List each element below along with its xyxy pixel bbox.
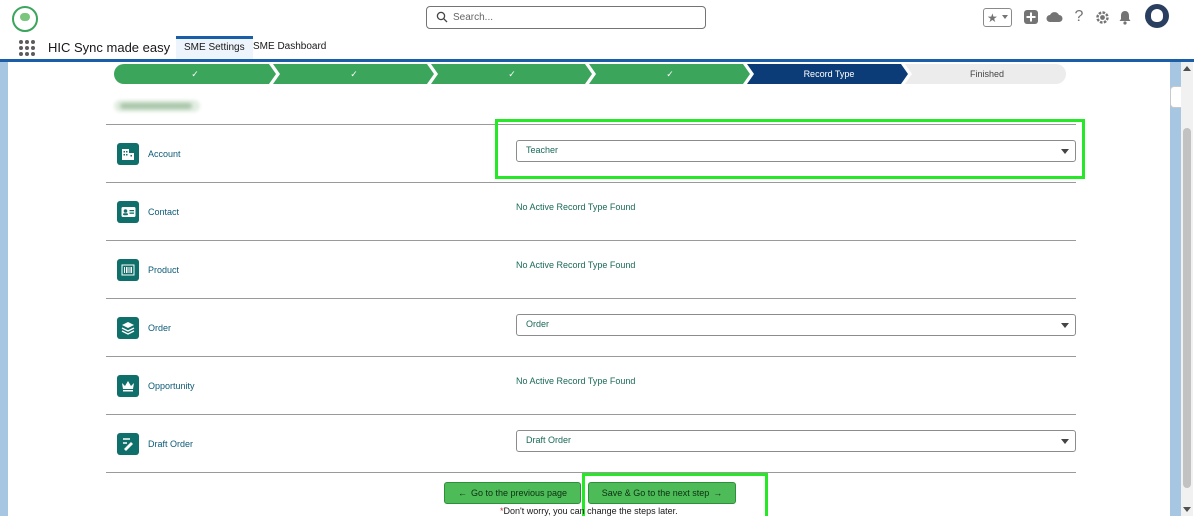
cloud-icon[interactable] bbox=[1043, 6, 1065, 28]
scroll-down-arrow-icon[interactable] bbox=[1183, 507, 1191, 512]
previous-button-label: Go to the previous page bbox=[470, 488, 568, 498]
user-avatar[interactable] bbox=[1145, 4, 1169, 28]
main-content: ✓ ✓ ✓ ✓ Record Type Finished Account Tea… bbox=[8, 62, 1170, 516]
check-icon: ✓ bbox=[666, 68, 674, 79]
no-record-type-text: No Active Record Type Found bbox=[516, 202, 636, 212]
barcode-icon bbox=[117, 259, 139, 281]
previous-page-button[interactable]: ← Go to the previous page bbox=[444, 482, 581, 504]
highlight-box bbox=[495, 119, 1085, 179]
search-icon bbox=[436, 11, 448, 23]
chevron-down-icon bbox=[1061, 439, 1069, 444]
row-label-draft-order: Draft Order bbox=[148, 439, 194, 449]
path-step-label: Finished bbox=[969, 69, 1005, 79]
favorites-star-icon[interactable]: ★ bbox=[983, 8, 1012, 27]
row-label-contact: Contact bbox=[148, 207, 180, 217]
app-nav-bar: HIC Sync made easy SME Settings SME Dash… bbox=[0, 36, 1194, 62]
app-name: HIC Sync made easy bbox=[48, 40, 171, 55]
page-background bbox=[1170, 62, 1181, 516]
tab-sme-settings[interactable]: SME Settings bbox=[176, 36, 253, 59]
blurred-org-name bbox=[114, 100, 200, 112]
draft-order-icon bbox=[117, 433, 139, 455]
global-header: ★ ? bbox=[0, 0, 1194, 36]
row-divider bbox=[106, 298, 1076, 299]
row-divider bbox=[106, 414, 1076, 415]
layers-icon bbox=[117, 317, 139, 339]
row-divider bbox=[106, 240, 1076, 241]
check-icon: ✓ bbox=[508, 68, 516, 79]
row-label-account: Account bbox=[148, 149, 181, 159]
global-search[interactable] bbox=[426, 6, 706, 29]
check-icon: ✓ bbox=[350, 68, 358, 79]
path-step-label: Record Type bbox=[803, 69, 855, 79]
row-divider bbox=[106, 182, 1076, 183]
select-value: Draft Order bbox=[526, 435, 572, 445]
scrollbar[interactable] bbox=[1181, 62, 1193, 516]
row-divider bbox=[106, 356, 1076, 357]
chevron-down-icon bbox=[1061, 323, 1069, 328]
crown-icon bbox=[117, 375, 139, 397]
scroll-up-arrow-icon[interactable] bbox=[1183, 66, 1191, 71]
chevron-down-icon[interactable] bbox=[1002, 15, 1008, 19]
draft-order-record-type-select[interactable]: Draft Order bbox=[516, 430, 1076, 452]
helper-note-text: Don't worry, you can change the steps la… bbox=[503, 506, 678, 516]
search-input[interactable] bbox=[453, 9, 693, 26]
row-label-order: Order bbox=[148, 323, 172, 333]
arrow-left-icon: ← bbox=[457, 488, 467, 498]
no-record-type-text: No Active Record Type Found bbox=[516, 376, 636, 386]
select-value: Order bbox=[526, 319, 550, 329]
plus-icon[interactable] bbox=[1020, 6, 1042, 28]
building-icon bbox=[117, 143, 139, 165]
scrollbar-thumb[interactable] bbox=[1183, 128, 1191, 488]
bell-icon[interactable] bbox=[1114, 6, 1136, 28]
check-icon: ✓ bbox=[191, 68, 199, 79]
no-record-type-text: No Active Record Type Found bbox=[516, 260, 636, 270]
tab-sme-dashboard[interactable]: SME Dashboard bbox=[245, 36, 334, 59]
helper-note: *Don't worry, you can change the steps l… bbox=[500, 506, 678, 516]
help-icon[interactable]: ? bbox=[1068, 6, 1090, 28]
app-logo[interactable] bbox=[12, 6, 38, 32]
contact-card-icon bbox=[117, 201, 139, 223]
gear-icon[interactable] bbox=[1091, 6, 1113, 28]
order-record-type-select[interactable]: Order bbox=[516, 314, 1076, 336]
app-launcher-icon[interactable] bbox=[19, 40, 35, 56]
row-label-opportunity: Opportunity bbox=[148, 381, 195, 391]
page-background bbox=[0, 62, 8, 516]
progress-path: ✓ ✓ ✓ ✓ Record Type Finished bbox=[114, 64, 1066, 84]
panel-toggle-handle[interactable] bbox=[1170, 86, 1181, 108]
row-label-product: Product bbox=[148, 265, 180, 275]
